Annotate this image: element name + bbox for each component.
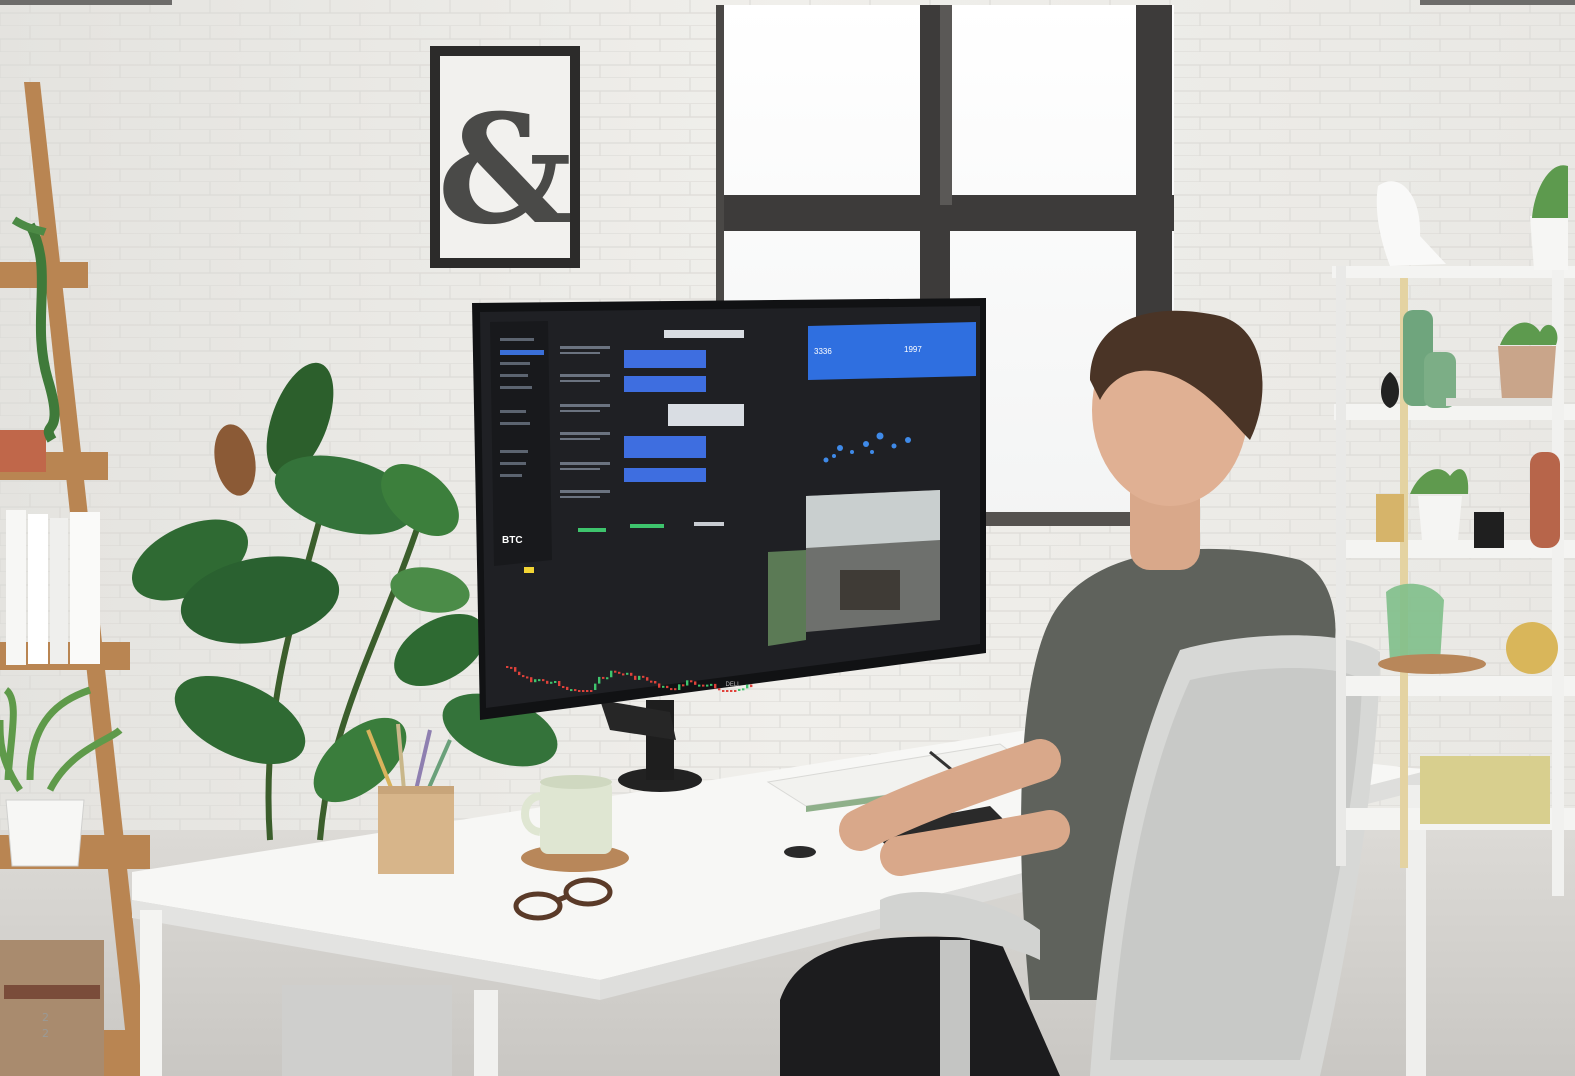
candle — [526, 676, 529, 679]
candle — [694, 681, 697, 685]
candle — [682, 684, 685, 687]
candle — [574, 689, 577, 692]
dell-logo: DELL — [725, 682, 741, 688]
ticker-symbol: BTC — [502, 535, 523, 546]
candle — [578, 690, 581, 692]
candle — [550, 681, 553, 684]
candle — [582, 690, 585, 692]
candle — [642, 675, 645, 678]
candle — [686, 680, 689, 686]
candle — [586, 690, 589, 692]
candle — [638, 675, 641, 680]
candle — [654, 680, 657, 684]
monitor: 3336 1997 BTC DELL — [472, 298, 986, 720]
candle — [726, 690, 729, 692]
candle — [662, 685, 665, 688]
candle — [506, 666, 509, 668]
candle — [606, 677, 609, 680]
candle — [598, 676, 601, 684]
candle — [702, 684, 705, 687]
candle — [698, 684, 701, 687]
candle — [626, 672, 629, 675]
candle — [678, 684, 681, 690]
candle — [602, 676, 605, 679]
candle — [690, 680, 693, 683]
candle — [650, 680, 653, 683]
candle — [746, 684, 749, 689]
candle — [630, 672, 633, 676]
candle — [742, 688, 745, 691]
candle — [722, 690, 725, 692]
mouse — [784, 846, 816, 858]
office-scene: & 3336 1997 BTC DELL — [0, 0, 1575, 1076]
candle — [542, 679, 545, 682]
candle — [558, 680, 561, 687]
candle — [570, 689, 573, 692]
candle — [566, 686, 569, 690]
page-mark-1: 2 — [42, 1011, 49, 1024]
candle — [614, 670, 617, 673]
page-mark-2: 2 — [42, 1027, 49, 1040]
candle — [562, 686, 565, 689]
candle — [622, 673, 625, 676]
candle — [534, 679, 537, 683]
office-photo: & 3336 1997 BTC DELL 2 2 — [0, 0, 1575, 1076]
candle — [738, 688, 741, 691]
candle — [710, 683, 713, 686]
candle — [750, 684, 753, 688]
candle — [674, 688, 677, 691]
candle — [634, 675, 637, 680]
candle — [646, 677, 649, 681]
candle — [706, 684, 709, 687]
stat-value-1: 3336 — [814, 347, 832, 356]
ampersand-art-frame: & — [430, 46, 580, 268]
candle — [538, 679, 541, 682]
candle — [594, 683, 597, 690]
candle — [718, 688, 721, 691]
candle — [522, 675, 525, 678]
candle — [730, 690, 733, 692]
candle — [734, 690, 737, 692]
candle — [666, 685, 669, 689]
candle — [618, 671, 621, 674]
candle — [658, 683, 661, 688]
candle — [546, 680, 549, 684]
candle — [670, 688, 673, 691]
candle — [590, 690, 593, 692]
stat-value-2: 1997 — [904, 345, 922, 354]
candle — [518, 671, 521, 676]
ampersand-glyph: & — [437, 82, 572, 258]
candle — [610, 670, 613, 678]
candle — [514, 667, 517, 672]
candle — [530, 677, 533, 683]
candle — [510, 666, 513, 669]
candle — [554, 680, 557, 683]
candle — [714, 683, 717, 689]
